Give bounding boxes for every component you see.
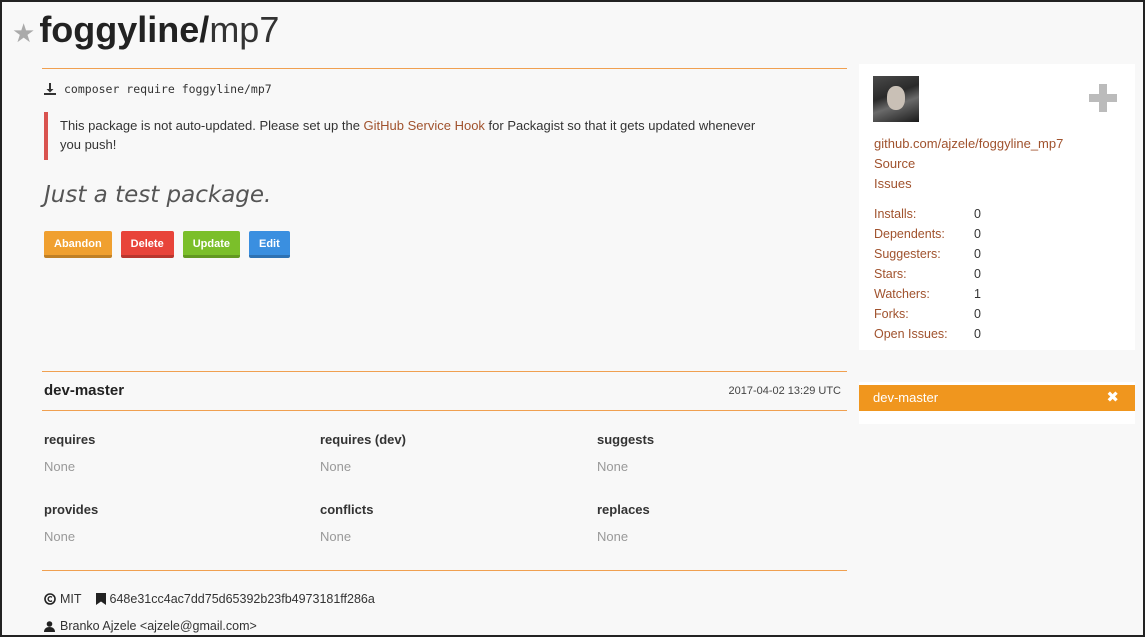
stat-value: 0 [974, 207, 981, 221]
stat-value: 0 [974, 327, 981, 341]
replaces-value: None [597, 529, 629, 544]
star-icon[interactable]: ★ [12, 11, 35, 55]
stat-row: Open Issues: 0 [874, 324, 981, 344]
stat-label[interactable]: Installs: [874, 204, 974, 224]
github-service-hook-link[interactable]: GitHub Service Hook [364, 118, 485, 133]
divider [42, 371, 847, 372]
stat-label[interactable]: Dependents: [874, 224, 974, 244]
edit-button[interactable]: Edit [248, 231, 290, 258]
stat-row: Watchers: 1 [874, 284, 981, 304]
stat-value: 0 [974, 307, 981, 321]
conflicts-value: None [320, 529, 352, 544]
abandon-button[interactable]: Abandon [44, 231, 112, 258]
avatar[interactable] [873, 76, 919, 122]
divider [42, 410, 847, 411]
source-link[interactable]: Source [874, 154, 1063, 174]
stat-row: Suggesters: 0 [874, 244, 981, 264]
requires-section: requires None [44, 432, 304, 474]
bookmark-icon [95, 593, 106, 605]
copyright-icon [44, 593, 56, 605]
package-stats: Installs: 0 Dependents: 0 Suggesters: 0 Sta… [874, 204, 981, 344]
suggests-value: None [597, 459, 629, 474]
action-buttons: Abandon Delete Update Edit [44, 231, 290, 258]
stat-label[interactable]: Suggesters: [874, 244, 974, 264]
version-item-label: dev-master [873, 390, 939, 405]
divider [42, 68, 847, 69]
plus-icon[interactable] [1089, 84, 1117, 112]
delete-button[interactable]: Delete [120, 231, 174, 258]
stat-row: Dependents: 0 [874, 224, 981, 244]
conflicts-section: conflicts None [320, 502, 580, 544]
provides-section: provides None [44, 502, 304, 544]
user-icon [44, 620, 55, 632]
stat-value: 0 [974, 247, 981, 261]
replaces-section: replaces None [597, 502, 857, 544]
stat-row: Installs: 0 [874, 204, 981, 224]
conflicts-heading: conflicts [320, 502, 374, 517]
requires-value: None [44, 459, 76, 474]
install-command: composer require foggyline/mp7 [44, 82, 272, 96]
stat-row: Stars: 0 [874, 264, 981, 284]
version-item-dev-master[interactable]: dev-master ✖ [859, 385, 1135, 411]
page-title: ★ foggyline/ mp7 [12, 8, 279, 55]
close-icon[interactable]: ✖ [1106, 385, 1119, 411]
version-list: dev-master ✖ [859, 382, 1135, 424]
replaces-heading: replaces [597, 502, 650, 517]
license: MIT [60, 592, 82, 606]
stat-label[interactable]: Open Issues: [874, 324, 974, 344]
stat-label[interactable]: Forks: [874, 304, 974, 324]
stat-row: Forks: 0 [874, 304, 981, 324]
notice-text: This package is not auto-updated. Please… [60, 118, 364, 133]
author-name[interactable]: Branko Ajzele <ajzele@gmail.com> [60, 619, 257, 633]
package-description: Just a test package. [44, 182, 272, 208]
requires-heading: requires [44, 432, 96, 447]
stat-value: 0 [974, 267, 981, 281]
install-command-text: composer require foggyline/mp7 [64, 82, 272, 96]
repository-links: github.com/ajzele/foggyline_mp7 Source I… [874, 134, 1063, 194]
requires-dev-section: requires (dev) None [320, 432, 580, 474]
package-sidebar: github.com/ajzele/foggyline_mp7 Source I… [859, 64, 1135, 350]
provides-value: None [44, 529, 76, 544]
download-icon [44, 83, 56, 95]
package-name: mp7 [209, 9, 280, 50]
stat-value: 1 [974, 287, 981, 301]
requires-dev-heading: requires (dev) [320, 432, 406, 447]
divider [42, 570, 847, 571]
auto-update-notice: This package is not auto-updated. Please… [44, 112, 764, 160]
stat-label[interactable]: Stars: [874, 264, 974, 284]
source-reference: 648e31cc4ac7dd75d65392b23fb4973181ff286a [109, 592, 375, 606]
suggests-heading: suggests [597, 432, 655, 447]
issues-link[interactable]: Issues [874, 174, 1063, 194]
update-button[interactable]: Update [182, 231, 240, 258]
version-name: dev-master [44, 382, 125, 399]
suggests-section: suggests None [597, 432, 857, 474]
stat-label[interactable]: Watchers: [874, 284, 974, 304]
version-date: 2017-04-02 13:29 UTC [728, 385, 841, 397]
package-vendor: foggyline/ [39, 9, 210, 50]
package-meta: MIT 648e31cc4ac7dd75d65392b23fb4973181ff… [44, 592, 375, 606]
package-author: Branko Ajzele <ajzele@gmail.com> [44, 619, 257, 633]
provides-heading: provides [44, 502, 99, 517]
repository-link[interactable]: github.com/ajzele/foggyline_mp7 [874, 134, 1063, 154]
requires-dev-value: None [320, 459, 352, 474]
stat-value: 0 [974, 227, 981, 241]
